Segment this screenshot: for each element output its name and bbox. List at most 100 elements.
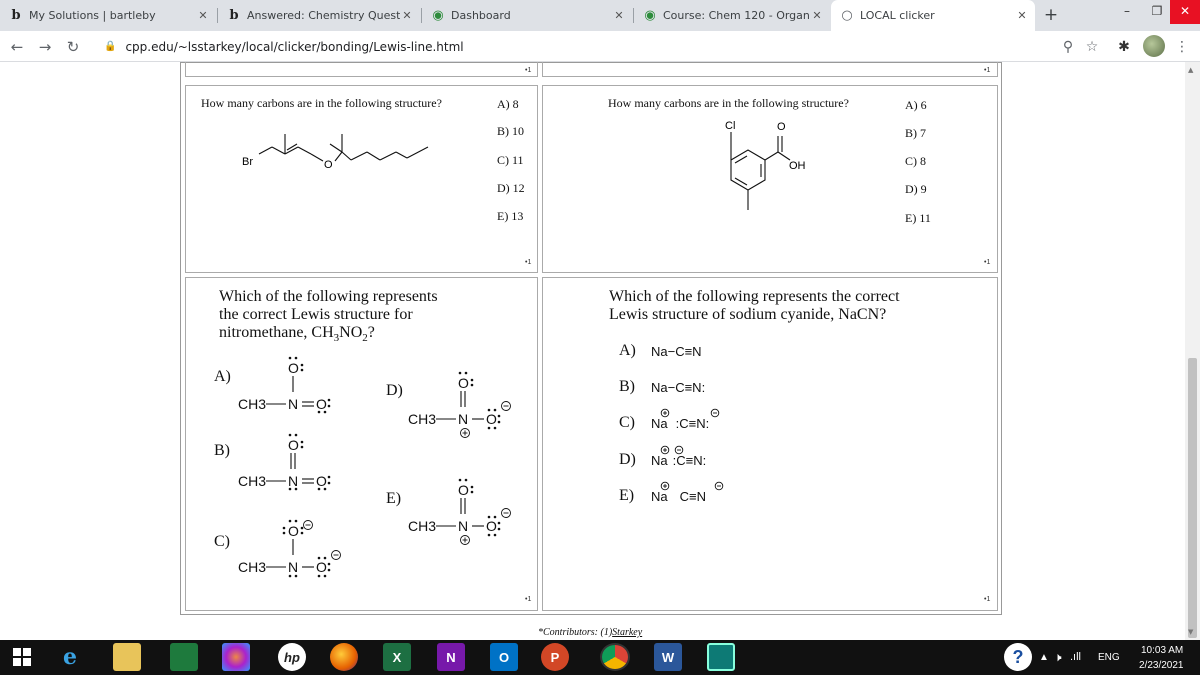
- bookmark-star-icon[interactable]: ☆: [1082, 36, 1102, 58]
- paint-icon[interactable]: [222, 643, 250, 671]
- answer-option-a[interactable]: A) Na−C≡N: [619, 342, 702, 360]
- powerpoint-icon[interactable]: P: [541, 643, 569, 671]
- atom-o: O: [316, 559, 327, 575]
- answer-option-d[interactable]: D) 12: [497, 181, 525, 196]
- url-field[interactable]: 🔒 cpp.edu/~lsstarkey/local/clicker/bondi…: [98, 35, 1098, 58]
- file-explorer-icon[interactable]: [113, 643, 141, 671]
- close-tab-icon[interactable]: ✕: [400, 9, 414, 22]
- clock-date[interactable]: 2/23/2021: [1139, 660, 1184, 671]
- address-bar: ← → ↻ 🔒 cpp.edu/~lsstarkey/local/clicker…: [0, 31, 1200, 62]
- close-tab-icon[interactable]: ✕: [196, 9, 210, 22]
- globe-icon: ○: [841, 8, 853, 23]
- zoom-icon[interactable]: ⚲: [1058, 36, 1078, 58]
- answer-option-c[interactable]: C) Na :C≡N:: [619, 414, 709, 432]
- answer-option-d[interactable]: D) Na :C≡N:: [619, 451, 706, 469]
- contributors-credit: *Contributors: (1)Starkey: [538, 627, 642, 638]
- tab-local-clicker[interactable]: ○ LOCAL clicker ✕: [831, 0, 1035, 31]
- profile-avatar[interactable]: [1143, 35, 1165, 57]
- close-window-icon[interactable]: ✕: [1170, 0, 1200, 24]
- page-scrollbar[interactable]: ▲ ▼: [1185, 62, 1200, 640]
- outlook-icon[interactable]: O: [490, 643, 518, 671]
- tray-expand-icon[interactable]: ▲: [1039, 652, 1049, 663]
- option-label: B): [619, 378, 635, 395]
- question-line: Which of the following represents the co…: [609, 288, 900, 305]
- points-label: •1: [984, 596, 991, 603]
- new-tab-button[interactable]: +: [1040, 4, 1062, 26]
- option-formula: Na−C≡N: [651, 343, 702, 359]
- extensions-icon[interactable]: ✱: [1114, 36, 1134, 58]
- option-formula: :C≡N:: [672, 452, 707, 468]
- tab-dashboard[interactable]: ◉ Dashboard ✕: [422, 0, 632, 31]
- internet-explorer-icon[interactable]: e: [56, 643, 84, 671]
- question-line: Lewis structure of sodium cyanide, NaCN?: [609, 306, 887, 323]
- windows-logo-icon: [13, 648, 31, 666]
- answer-option-a[interactable]: A) 8: [497, 97, 519, 112]
- atom-n: N: [288, 473, 298, 489]
- answer-option-a[interactable]: A) 6: [905, 98, 927, 113]
- word-icon[interactable]: W: [654, 643, 682, 671]
- forward-arrow-icon[interactable]: →: [34, 36, 56, 58]
- sodium-cation: Na: [651, 452, 668, 468]
- atom-o: O: [288, 360, 299, 376]
- volume-icon[interactable]: 🕨: [1054, 650, 1062, 665]
- photos-icon[interactable]: [707, 643, 735, 671]
- lock-icon: 🔒: [104, 41, 117, 52]
- contributor-link-starkey[interactable]: Starkey: [612, 627, 642, 638]
- answer-option-e[interactable]: E) 13: [497, 209, 523, 224]
- atom-n: N: [288, 559, 298, 575]
- answer-option-d[interactable]: D) 9: [905, 182, 927, 197]
- restore-icon[interactable]: ❐: [1142, 0, 1172, 24]
- answer-option-b[interactable]: B) 7: [905, 126, 926, 141]
- help-icon[interactable]: ?: [1004, 643, 1032, 671]
- tab-title: My Solutions | bartleby: [29, 9, 156, 22]
- tab-course-chem120[interactable]: ◉ Course: Chem 120 - Organic Ch ✕: [634, 0, 830, 31]
- atom-o: O: [458, 482, 469, 498]
- onenote-icon[interactable]: N: [437, 643, 465, 671]
- windows-start-icon[interactable]: [8, 643, 36, 671]
- answer-option-b[interactable]: B) Na−C≡N:: [619, 378, 705, 396]
- answer-option-b[interactable]: B) 10: [497, 124, 524, 139]
- minimize-icon[interactable]: –: [1112, 0, 1142, 24]
- option-formula: Na−C≡N:: [651, 379, 706, 395]
- tab-title: Course: Chem 120 - Organic Ch: [663, 9, 810, 22]
- scroll-up-icon[interactable]: ▲: [1188, 66, 1193, 74]
- scrollbar-thumb[interactable]: [1188, 358, 1197, 638]
- menu-dots-icon[interactable]: ⋮: [1172, 36, 1192, 58]
- answer-option-c[interactable]: C) 8: [905, 154, 926, 169]
- atom-o: O: [288, 523, 299, 539]
- canvas-icon: ◉: [432, 8, 444, 23]
- reload-icon[interactable]: ↻: [62, 36, 84, 58]
- atom-o: O: [324, 159, 333, 171]
- clock-time[interactable]: 10:03 AM: [1141, 645, 1183, 656]
- tab-strip: b My Solutions | bartleby ✕ b Answered: …: [0, 0, 1200, 31]
- network-signal-icon[interactable]: .ıll: [1070, 651, 1081, 663]
- points-label: •1: [984, 67, 991, 74]
- bartleby-icon: b: [11, 8, 21, 23]
- chrome-icon[interactable]: [600, 643, 630, 671]
- atom-ch3: CH3: [238, 396, 266, 412]
- scroll-down-icon[interactable]: ▼: [1188, 628, 1193, 636]
- language-indicator[interactable]: ENG: [1098, 652, 1120, 663]
- close-tab-icon[interactable]: ✕: [1015, 9, 1029, 22]
- contributors-prefix: *Contributors: (1): [538, 627, 613, 638]
- atom-n: N: [458, 411, 468, 427]
- atom-n: N: [458, 518, 468, 534]
- excel-icon[interactable]: X: [383, 643, 411, 671]
- close-tab-icon[interactable]: ✕: [612, 9, 626, 22]
- atom-ch3: CH3: [238, 559, 266, 575]
- answer-option-c[interactable]: C) 11: [497, 153, 524, 168]
- answer-option-e[interactable]: E) Na C≡N: [619, 487, 706, 505]
- lewis-structures-nitromethane: CH3 N O O CH3 N O O CH3 N O O CH3 N O O: [238, 356, 511, 578]
- firefox-icon[interactable]: [330, 643, 358, 671]
- atom-br: Br: [242, 156, 253, 168]
- formal-charge-symbols: [303, 401, 511, 560]
- answer-option-e[interactable]: E) 11: [905, 211, 931, 226]
- atom-o: O: [777, 121, 786, 133]
- hp-icon[interactable]: hp: [278, 643, 306, 671]
- back-arrow-icon[interactable]: ←: [6, 36, 28, 58]
- store-icon[interactable]: [170, 643, 198, 671]
- tab-my-solutions[interactable]: b My Solutions | bartleby ✕: [0, 0, 216, 31]
- atom-ch3: CH3: [408, 518, 436, 534]
- close-tab-icon[interactable]: ✕: [810, 9, 824, 22]
- tab-answered-chemistry[interactable]: b Answered: Chemistry Question | ✕: [218, 0, 420, 31]
